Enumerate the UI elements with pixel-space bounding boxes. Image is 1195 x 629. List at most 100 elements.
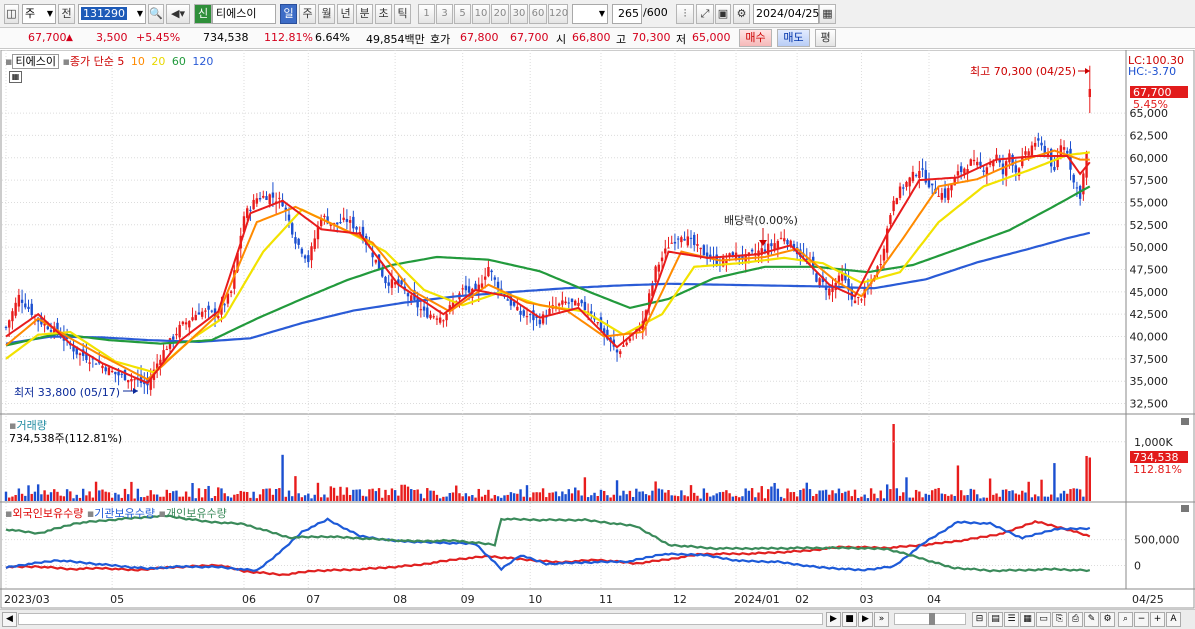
layout-icon[interactable]: ⊟ xyxy=(972,612,987,627)
volume-bar xyxy=(654,481,657,501)
chart-canvas[interactable]: 65,00062,50060,00057,50055,00052,50050,0… xyxy=(0,49,1195,609)
table-icon[interactable]: ▦ xyxy=(9,71,22,83)
print-icon[interactable]: ⎙ xyxy=(1068,612,1083,627)
volume-bar xyxy=(168,492,172,501)
zoom-slider[interactable] xyxy=(894,613,966,625)
volume-bar xyxy=(477,488,480,501)
candle-body xyxy=(416,297,419,308)
volume-bar xyxy=(705,492,709,501)
edit-icon[interactable]: ✎ xyxy=(1084,612,1099,627)
volume-bar xyxy=(114,492,117,501)
new-badge[interactable]: 신 xyxy=(194,4,212,24)
volume-bar xyxy=(136,488,140,501)
volume-bar xyxy=(734,495,738,501)
volume-bar xyxy=(850,496,854,501)
play-icon[interactable]: ▶ xyxy=(858,612,873,627)
volume-bar xyxy=(696,495,699,501)
candle-body xyxy=(265,196,268,200)
volume-bar xyxy=(924,493,927,501)
stock-name-field[interactable]: 티에스이 xyxy=(212,4,276,24)
period-button[interactable]: 월 xyxy=(318,4,335,24)
period-button[interactable]: 년 xyxy=(337,4,354,24)
interval-button[interactable]: 120 xyxy=(548,4,568,24)
zoom-slider-handle[interactable] xyxy=(929,613,935,625)
volume-bar xyxy=(548,492,551,501)
candle-body xyxy=(114,371,117,375)
volume-bar xyxy=(551,492,554,501)
interval-select[interactable]: ▼ xyxy=(572,4,608,24)
save-icon[interactable]: ▣ xyxy=(715,4,731,24)
volume-bar xyxy=(789,492,792,501)
period-button[interactable]: 틱 xyxy=(394,4,411,24)
export-icon[interactable]: ⎘ xyxy=(1052,612,1067,627)
volume-bar xyxy=(175,490,178,501)
candle-body xyxy=(200,311,204,317)
interval-button[interactable]: 20 xyxy=(491,4,509,24)
volume-bar xyxy=(149,490,152,501)
gear-icon[interactable]: ⚙ xyxy=(733,4,750,24)
y-tick-label: 52,500 xyxy=(1130,219,1169,232)
period-button[interactable]: 분 xyxy=(356,4,373,24)
volume-bar xyxy=(438,498,442,501)
volume-bar xyxy=(1001,489,1005,501)
period-button[interactable]: 초 xyxy=(375,4,392,24)
speaker-icon[interactable]: ◀▾ xyxy=(166,4,190,24)
font-size-icon[interactable]: A xyxy=(1166,612,1181,627)
interval-button[interactable]: 30 xyxy=(510,4,528,24)
volume-bar xyxy=(358,489,361,501)
search-icon[interactable]: 🔍 xyxy=(148,4,164,24)
volume-bar xyxy=(319,497,323,501)
interval-button[interactable]: 3 xyxy=(436,4,453,24)
zoom-search-icon[interactable]: ⌕ xyxy=(1118,612,1133,627)
legend-ma10: 10 xyxy=(130,55,145,68)
open-label: 시 xyxy=(556,33,567,46)
crosshair-icon[interactable]: ⤢ xyxy=(696,4,714,24)
volume-bar xyxy=(72,498,75,501)
candle-body xyxy=(165,349,168,351)
period-button[interactable]: 주 xyxy=(299,4,316,24)
period-type-select[interactable]: 주 ▼ xyxy=(22,4,56,24)
sell-button[interactable]: 매도 xyxy=(777,29,810,47)
candle-body xyxy=(815,273,818,282)
interval-button[interactable]: 5 xyxy=(454,4,471,24)
average-button[interactable]: 평 xyxy=(815,29,836,47)
candle-body xyxy=(400,280,403,285)
candle-type-icon[interactable]: ⫶ xyxy=(676,4,694,24)
volume-bar xyxy=(786,488,789,501)
x-tick-label: 05 xyxy=(110,593,124,606)
settings-icon[interactable]: ⚙ xyxy=(1100,612,1115,627)
volume-bar xyxy=(381,497,384,501)
volume-bar xyxy=(413,489,416,501)
volume-bar xyxy=(120,497,123,501)
scroll-right-icon[interactable]: ▶ xyxy=(826,612,841,627)
volume-bar xyxy=(204,488,207,501)
list-icon[interactable]: ☰ xyxy=(1004,612,1019,627)
chart-area[interactable]: 65,000 62,500 60,000 57,500 55,000 52,500 50,0… xyxy=(0,49,1195,609)
candle-body xyxy=(583,301,587,311)
zoom-out-icon[interactable]: − xyxy=(1134,612,1149,627)
volume-bar xyxy=(657,488,661,501)
interval-button[interactable]: 1 xyxy=(418,4,435,24)
scroll-left-icon[interactable]: ◀ xyxy=(2,612,17,627)
volume-bar xyxy=(512,493,516,501)
grid-icon[interactable]: ▤ xyxy=(988,612,1003,627)
window-icon[interactable]: ◫ xyxy=(4,4,19,24)
count-input[interactable]: 265 xyxy=(612,4,642,24)
candle-body xyxy=(104,367,107,372)
stop-icon[interactable]: ■ xyxy=(842,612,857,627)
interval-button[interactable]: 60 xyxy=(529,4,547,24)
date-input[interactable]: 2024/04/25 xyxy=(753,4,819,24)
buy-button[interactable]: 매수 xyxy=(739,29,772,47)
horizontal-scrollbar[interactable] xyxy=(18,613,823,625)
calendar-icon[interactable]: ▦ xyxy=(819,4,836,24)
volume-bar xyxy=(1075,488,1079,501)
interval-button[interactable]: 10 xyxy=(472,4,490,24)
period-button[interactable]: 일 xyxy=(280,4,297,24)
fast-forward-icon[interactable]: » xyxy=(874,612,889,627)
zoom-in-icon[interactable]: + xyxy=(1150,612,1165,627)
table-icon[interactable]: ▦ xyxy=(1020,612,1035,627)
prev-button[interactable]: 전 xyxy=(58,4,75,24)
stock-code-input[interactable]: 131290 ▼ xyxy=(78,4,146,24)
candle-body xyxy=(390,279,394,288)
window-icon[interactable]: ▭ xyxy=(1036,612,1051,627)
